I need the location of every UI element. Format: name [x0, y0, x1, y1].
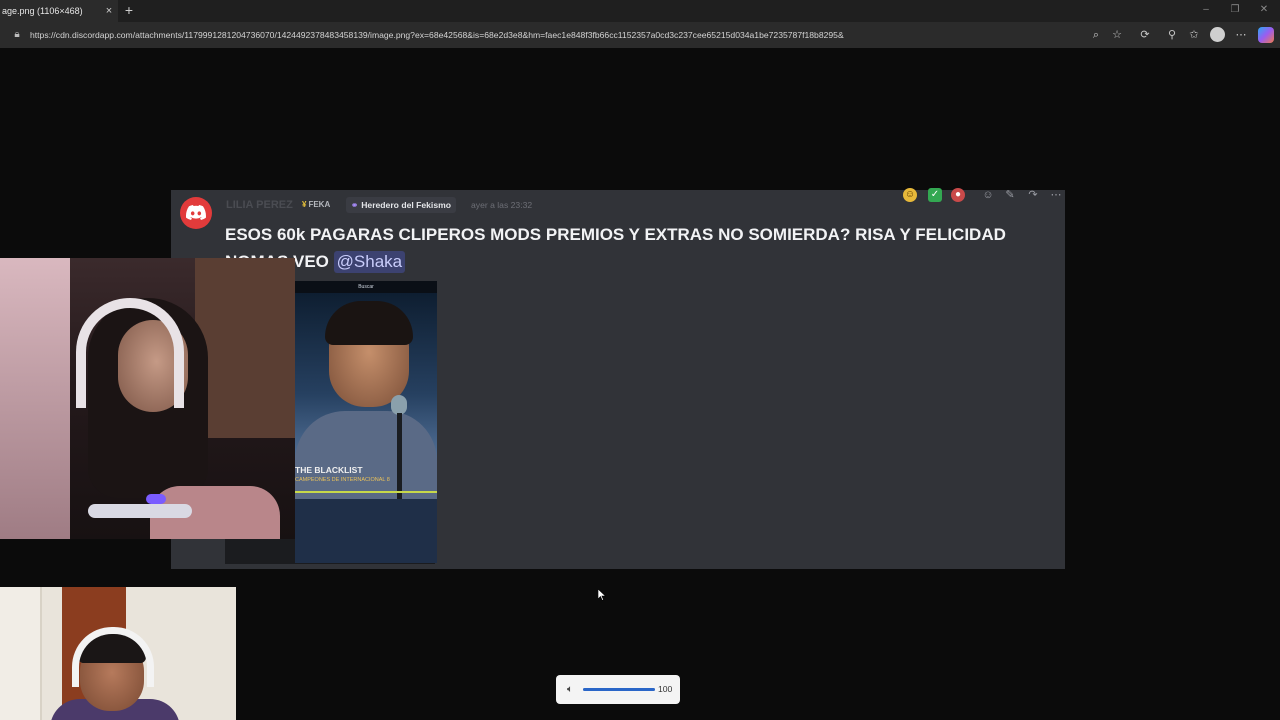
background-wall: [195, 258, 295, 438]
check-emoji-icon: ✓: [928, 188, 942, 202]
mouse-cursor-icon: [598, 589, 606, 601]
browser-titlebar: age.png (1106×468) × + – ❐ ✕: [0, 0, 1280, 22]
mic-light: [146, 494, 166, 504]
banner-subtitle: CAMPEONES DE INTERNACIONAL 8: [295, 477, 390, 483]
close-tab-icon[interactable]: ×: [103, 0, 115, 22]
microphone-icon: [391, 395, 407, 415]
attachment-banner: THE BLACKLIST CAMPEONES DE INTERNACIONAL…: [295, 463, 395, 489]
screen: age.png (1106×468) × + – ❐ ✕ 🔒︎ https://…: [0, 0, 1280, 720]
attachment-lower: [295, 499, 437, 563]
webcam-guest: [0, 587, 236, 720]
profile-icon[interactable]: [1210, 27, 1225, 42]
message-content: ESOS 60k PAGARAS CLIPEROS MODS PREMIOS Y…: [225, 221, 1057, 275]
lock-icon[interactable]: 🔒︎: [10, 28, 24, 42]
avatar: [180, 197, 212, 229]
forward-icon: ↷: [1028, 189, 1038, 201]
attachment-person-hair: [325, 301, 413, 345]
webcam-streamer: [0, 258, 295, 539]
background-door: [0, 587, 42, 720]
restore-icon[interactable]: ❐: [1221, 0, 1249, 22]
headset-icon: [76, 298, 184, 408]
speaker-icon[interactable]: 🔈︎: [563, 683, 577, 697]
extensions-icon[interactable]: ⟳: [1137, 27, 1153, 43]
role-tag-heredero: ⚭ Heredero del Fekismo: [346, 197, 456, 213]
role-tag-feka: ¥ FEKA: [302, 198, 330, 212]
volume-popup: 🔈︎ 100: [556, 675, 680, 704]
url-field[interactable]: https://cdn.discordapp.com/attachments/1…: [30, 22, 1080, 48]
link-icon: ⚭: [351, 200, 359, 210]
edit-icon: ✎: [1005, 189, 1015, 201]
microphone-stand: [397, 413, 402, 499]
copilot-icon[interactable]: [1258, 27, 1274, 43]
volume-slider-fill: [583, 688, 655, 691]
more-options-icon: ⋯: [1050, 189, 1062, 201]
gaming-chair: [0, 258, 70, 539]
new-tab-button[interactable]: +: [122, 0, 136, 22]
laugh-emoji-icon: ☺: [903, 188, 917, 202]
minimize-icon[interactable]: –: [1192, 0, 1220, 22]
star-icon[interactable]: ☆: [1109, 27, 1125, 43]
volume-slider[interactable]: [583, 688, 655, 691]
discord-logo-icon: [186, 205, 206, 220]
banner-title: THE BLACKLIST: [295, 465, 363, 475]
message-timestamp: ayer a las 23:32: [471, 200, 533, 210]
address-bar: 🔒︎ https://cdn.discordapp.com/attachment…: [0, 22, 1280, 48]
role-tag-label: FEKA: [308, 200, 331, 209]
zoom-icon[interactable]: ⌕: [1088, 27, 1104, 43]
message-username: LILIA PEREZ: [226, 199, 293, 211]
banner-line: [295, 491, 437, 493]
message-attachment-image: Buscar THE BLACKLIST CAMPEONES DE INTERN…: [295, 281, 437, 563]
user-mention: @Shaka: [333, 251, 406, 273]
emoji-icon: ●: [951, 188, 965, 202]
pin-icon[interactable]: ⚲: [1164, 27, 1180, 43]
microphone-arm: [88, 504, 192, 518]
role-tag-label: Heredero del Fekismo: [361, 200, 451, 210]
browser-tab[interactable]: age.png (1106×468): [0, 0, 118, 22]
window-close-icon[interactable]: ✕: [1250, 0, 1278, 22]
attachment-topbar: Buscar: [295, 281, 437, 293]
crown-icon: ¥: [302, 200, 307, 209]
add-reaction-icon: ☺: [982, 189, 994, 201]
more-icon[interactable]: ⋯: [1233, 27, 1249, 43]
tab-title: age.png (1106×468): [2, 6, 83, 16]
volume-value: 100: [658, 684, 673, 694]
favorites-icon[interactable]: ✩: [1186, 27, 1202, 43]
